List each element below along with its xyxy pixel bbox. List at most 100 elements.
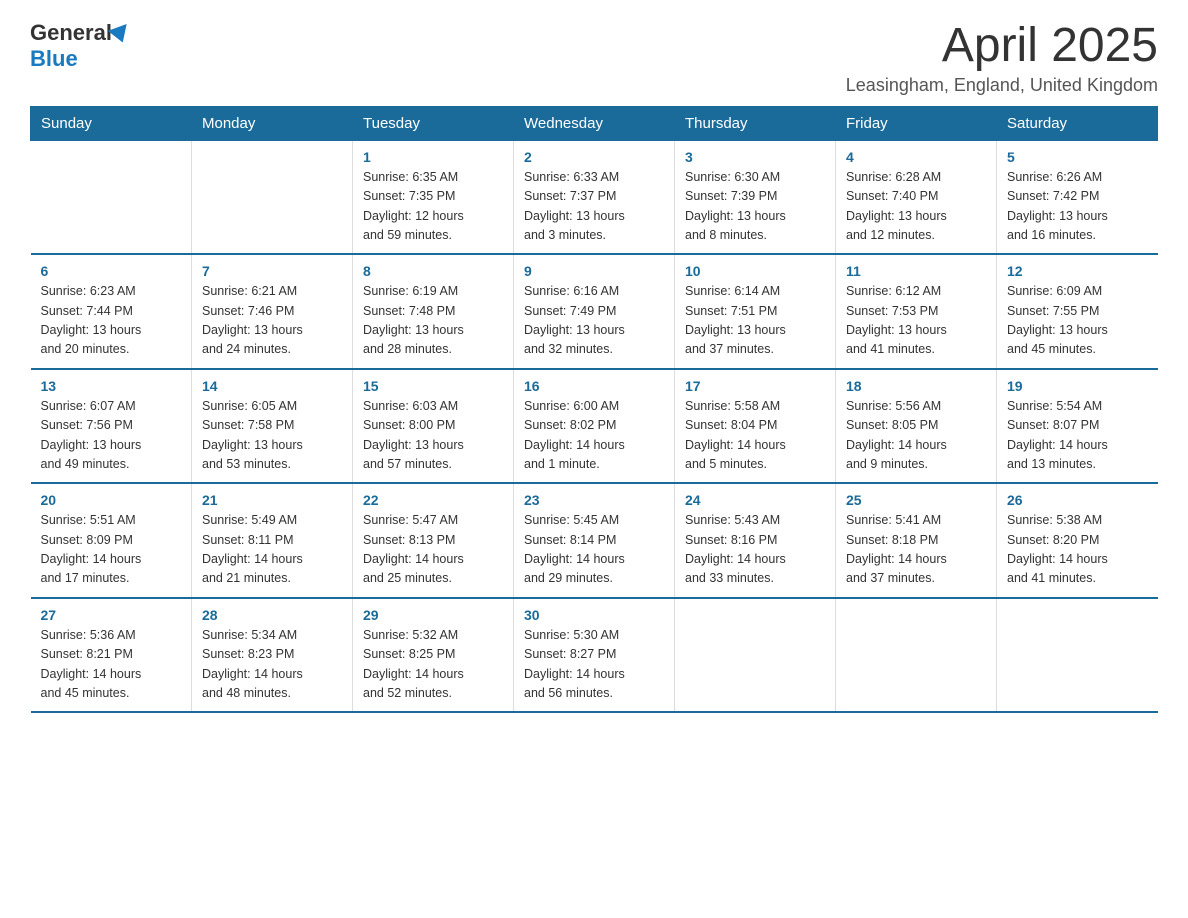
calendar-cell: 8 Sunrise: 6:19 AM Sunset: 7:48 PM Daylig…	[353, 254, 514, 369]
calendar-cell: 5Sunrise: 6:26 AM Sunset: 7:42 PM Daylig…	[997, 140, 1158, 254]
day-info: Sunrise: 5:43 AM Sunset: 8:16 PM Dayligh…	[685, 511, 825, 589]
day-number: 14	[202, 378, 342, 394]
day-number: 22	[363, 492, 503, 508]
day-info: Sunrise: 6:19 AM Sunset: 7:48 PM Dayligh…	[363, 282, 503, 360]
calendar-cell	[997, 598, 1158, 713]
calendar-cell: 10 Sunrise: 6:14 AM Sunset: 7:51 PM Dayli…	[675, 254, 836, 369]
calendar-cell: 17 Sunrise: 5:58 AM Sunset: 8:04 PM Dayli…	[675, 369, 836, 484]
calendar-cell: 9Sunrise: 6:16 AM Sunset: 7:49 PM Daylig…	[514, 254, 675, 369]
day-number: 6	[41, 263, 182, 279]
day-info: Sunrise: 6:21 AM Sunset: 7:46 PM Dayligh…	[202, 282, 342, 360]
day-number: 12	[1007, 263, 1148, 279]
calendar-cell: 27 Sunrise: 5:36 AM Sunset: 8:21 PM Dayli…	[31, 598, 192, 713]
day-info: Sunrise: 5:58 AM Sunset: 8:04 PM Dayligh…	[685, 397, 825, 475]
calendar-cell: 7 Sunrise: 6:21 AM Sunset: 7:46 PM Daylig…	[192, 254, 353, 369]
calendar-week-4: 20 Sunrise: 5:51 AM Sunset: 8:09 PM Dayli…	[31, 483, 1158, 598]
calendar-cell: 23 Sunrise: 5:45 AM Sunset: 8:14 PM Dayli…	[514, 483, 675, 598]
calendar-cell: 24 Sunrise: 5:43 AM Sunset: 8:16 PM Dayli…	[675, 483, 836, 598]
day-number: 18	[846, 378, 986, 394]
calendar-week-5: 27 Sunrise: 5:36 AM Sunset: 8:21 PM Dayli…	[31, 598, 1158, 713]
day-info: Sunrise: 5:36 AM Sunset: 8:21 PM Dayligh…	[41, 626, 182, 704]
day-info: Sunrise: 5:56 AM Sunset: 8:05 PM Dayligh…	[846, 397, 986, 475]
calendar-cell	[836, 598, 997, 713]
day-info: Sunrise: 5:49 AM Sunset: 8:11 PM Dayligh…	[202, 511, 342, 589]
day-info: Sunrise: 6:30 AM Sunset: 7:39 PM Dayligh…	[685, 168, 825, 246]
day-number: 19	[1007, 378, 1148, 394]
calendar-header: SundayMondayTuesdayWednesdayThursdayFrid…	[31, 106, 1158, 140]
day-info: Sunrise: 5:41 AM Sunset: 8:18 PM Dayligh…	[846, 511, 986, 589]
title-block: April 2025 Leasingham, England, United K…	[846, 20, 1158, 96]
day-info: Sunrise: 6:12 AM Sunset: 7:53 PM Dayligh…	[846, 282, 986, 360]
day-number: 23	[524, 492, 664, 508]
logo: General Blue	[30, 20, 130, 72]
day-info: Sunrise: 6:33 AM Sunset: 7:37 PM Dayligh…	[524, 168, 664, 246]
day-info: Sunrise: 5:30 AM Sunset: 8:27 PM Dayligh…	[524, 626, 664, 704]
day-info: Sunrise: 6:07 AM Sunset: 7:56 PM Dayligh…	[41, 397, 182, 475]
day-number: 27	[41, 607, 182, 623]
calendar-cell: 16 Sunrise: 6:00 AM Sunset: 8:02 PM Dayli…	[514, 369, 675, 484]
calendar-cell: 25 Sunrise: 5:41 AM Sunset: 8:18 PM Dayli…	[836, 483, 997, 598]
day-info: Sunrise: 5:51 AM Sunset: 8:09 PM Dayligh…	[41, 511, 182, 589]
day-number: 26	[1007, 492, 1148, 508]
day-number: 3	[685, 149, 825, 165]
calendar-cell: 11 Sunrise: 6:12 AM Sunset: 7:53 PM Dayli…	[836, 254, 997, 369]
location-subtitle: Leasingham, England, United Kingdom	[846, 75, 1158, 96]
day-number: 24	[685, 492, 825, 508]
day-info: Sunrise: 5:45 AM Sunset: 8:14 PM Dayligh…	[524, 511, 664, 589]
month-title: April 2025	[846, 20, 1158, 73]
calendar-cell: 21 Sunrise: 5:49 AM Sunset: 8:11 PM Dayli…	[192, 483, 353, 598]
day-number: 11	[846, 263, 986, 279]
day-number: 16	[524, 378, 664, 394]
calendar-cell: 26 Sunrise: 5:38 AM Sunset: 8:20 PM Dayli…	[997, 483, 1158, 598]
day-number: 29	[363, 607, 503, 623]
day-info: Sunrise: 5:34 AM Sunset: 8:23 PM Dayligh…	[202, 626, 342, 704]
col-header-thursday: Thursday	[675, 106, 836, 140]
day-number: 13	[41, 378, 182, 394]
day-info: Sunrise: 5:38 AM Sunset: 8:20 PM Dayligh…	[1007, 511, 1148, 589]
calendar-cell: 30 Sunrise: 5:30 AM Sunset: 8:27 PM Dayli…	[514, 598, 675, 713]
day-number: 9	[524, 263, 664, 279]
day-number: 5	[1007, 149, 1148, 165]
day-number: 30	[524, 607, 664, 623]
day-info: Sunrise: 6:35 AM Sunset: 7:35 PM Dayligh…	[363, 168, 503, 246]
day-info: Sunrise: 6:09 AM Sunset: 7:55 PM Dayligh…	[1007, 282, 1148, 360]
col-header-wednesday: Wednesday	[514, 106, 675, 140]
col-header-tuesday: Tuesday	[353, 106, 514, 140]
calendar-cell	[31, 140, 192, 254]
calendar-cell: 29 Sunrise: 5:32 AM Sunset: 8:25 PM Dayli…	[353, 598, 514, 713]
day-info: Sunrise: 6:00 AM Sunset: 8:02 PM Dayligh…	[524, 397, 664, 475]
day-number: 21	[202, 492, 342, 508]
day-info: Sunrise: 5:32 AM Sunset: 8:25 PM Dayligh…	[363, 626, 503, 704]
day-info: Sunrise: 5:54 AM Sunset: 8:07 PM Dayligh…	[1007, 397, 1148, 475]
calendar-cell	[192, 140, 353, 254]
calendar-week-3: 13 Sunrise: 6:07 AM Sunset: 7:56 PM Dayli…	[31, 369, 1158, 484]
day-info: Sunrise: 6:05 AM Sunset: 7:58 PM Dayligh…	[202, 397, 342, 475]
col-header-saturday: Saturday	[997, 106, 1158, 140]
day-number: 8	[363, 263, 503, 279]
col-header-monday: Monday	[192, 106, 353, 140]
day-info: Sunrise: 6:03 AM Sunset: 8:00 PM Dayligh…	[363, 397, 503, 475]
calendar-week-1: 1Sunrise: 6:35 AM Sunset: 7:35 PM Daylig…	[31, 140, 1158, 254]
day-number: 25	[846, 492, 986, 508]
day-number: 10	[685, 263, 825, 279]
logo-blue-text: Blue	[30, 46, 130, 72]
calendar-cell: 13 Sunrise: 6:07 AM Sunset: 7:56 PM Dayli…	[31, 369, 192, 484]
day-info: Sunrise: 6:23 AM Sunset: 7:44 PM Dayligh…	[41, 282, 182, 360]
calendar-cell: 28Sunrise: 5:34 AM Sunset: 8:23 PM Dayli…	[192, 598, 353, 713]
day-number: 20	[41, 492, 182, 508]
day-number: 2	[524, 149, 664, 165]
day-number: 15	[363, 378, 503, 394]
calendar-cell: 22Sunrise: 5:47 AM Sunset: 8:13 PM Dayli…	[353, 483, 514, 598]
calendar-cell: 6 Sunrise: 6:23 AM Sunset: 7:44 PM Daylig…	[31, 254, 192, 369]
day-info: Sunrise: 6:14 AM Sunset: 7:51 PM Dayligh…	[685, 282, 825, 360]
calendar-cell: 15 Sunrise: 6:03 AM Sunset: 8:00 PM Dayli…	[353, 369, 514, 484]
calendar-cell: 20 Sunrise: 5:51 AM Sunset: 8:09 PM Dayli…	[31, 483, 192, 598]
day-info: Sunrise: 6:28 AM Sunset: 7:40 PM Dayligh…	[846, 168, 986, 246]
page-header: General Blue April 2025 Leasingham, Engl…	[30, 20, 1158, 96]
day-number: 17	[685, 378, 825, 394]
col-header-friday: Friday	[836, 106, 997, 140]
day-number: 7	[202, 263, 342, 279]
calendar-cell	[675, 598, 836, 713]
logo-general-text: General	[30, 20, 112, 46]
calendar-week-2: 6 Sunrise: 6:23 AM Sunset: 7:44 PM Daylig…	[31, 254, 1158, 369]
